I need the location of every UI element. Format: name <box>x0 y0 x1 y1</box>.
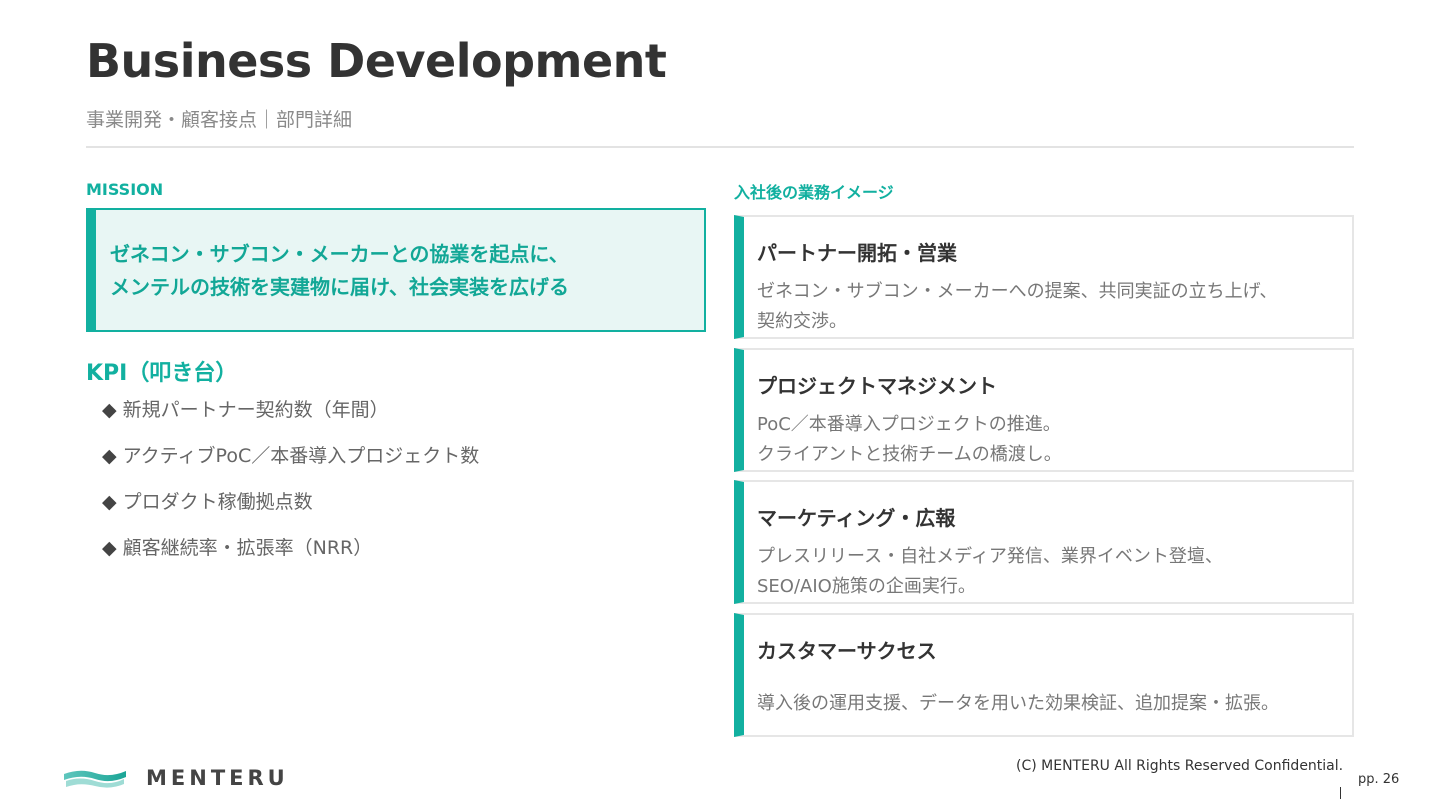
work-label: 入社後の業務イメージ <box>734 183 894 202</box>
card-description: プレスリリース・自社メディア発信、業界イベント登壇、 SEO/AIO施策の企画実… <box>757 542 1223 602</box>
diamond-bullet-icon: ◆ <box>102 399 117 421</box>
kpi-item-text: プロダクト稼働拠点数 <box>122 491 313 513</box>
card-desc-line: PoC／本番導入プロジェクトの推進。 <box>757 414 1061 435</box>
diamond-bullet-icon: ◆ <box>102 445 117 467</box>
logo-wordmark: MENTERU <box>146 766 289 790</box>
card-desc-line: ゼネコン・サブコン・メーカーへの提案、共同実証の立ち上げ、 <box>757 281 1278 302</box>
menteru-logo: MENTERU <box>62 766 289 790</box>
footer-divider <box>1340 787 1341 799</box>
kpi-item: ◆ アクティブPoC／本番導入プロジェクト数 <box>102 443 479 489</box>
wave-logo-icon <box>64 770 126 788</box>
card-desc-line: 契約交渉。 <box>757 311 847 332</box>
card-title: マーケティング・広報 <box>757 506 956 530</box>
kpi-title: KPI（叩き台） <box>86 361 238 386</box>
mission-line-1: ゼネコン・サブコン・メーカーとの協業を起点に、 <box>110 242 569 266</box>
header-divider <box>86 146 1354 148</box>
kpi-item: ◆ プロダクト稼働拠点数 <box>102 489 479 535</box>
diamond-bullet-icon: ◆ <box>102 491 117 513</box>
work-card-partner: パートナー開拓・営業 ゼネコン・サブコン・メーカーへの提案、共同実証の立ち上げ、… <box>734 215 1354 339</box>
kpi-item-text: アクティブPoC／本番導入プロジェクト数 <box>122 445 480 467</box>
work-card-cs: カスタマーサクセス 導入後の運用支援、データを用いた効果検証、追加提案・拡張。 <box>734 613 1354 737</box>
card-title: プロジェクトマネジメント <box>757 374 997 398</box>
card-desc-line: クライアントと技術チームの橋渡し。 <box>757 444 1062 465</box>
card-desc-line: 導入後の運用支援、データを用いた効果検証、追加提案・拡張。 <box>757 693 1279 714</box>
page-subtitle: 事業開発・顧客接点｜部門詳細 <box>86 109 353 131</box>
card-description: 導入後の運用支援、データを用いた効果検証、追加提案・拡張。 <box>757 689 1279 719</box>
mission-label: MISSION <box>86 180 164 199</box>
kpi-item: ◆ 顧客継続率・拡張率（NRR） <box>102 535 479 581</box>
mission-line-2: メンテルの技術を実建物に届け、社会実装を広げる <box>110 275 569 299</box>
page-title: Business Development <box>86 34 667 88</box>
kpi-item-text: 新規パートナー契約数（年間） <box>122 399 389 421</box>
card-desc-line: SEO/AIO施策の企画実行。 <box>757 576 976 597</box>
mission-box: ゼネコン・サブコン・メーカーとの協業を起点に、 メンテルの技術を実建物に届け、社… <box>86 208 706 332</box>
diamond-bullet-icon: ◆ <box>102 537 117 559</box>
page-number: pp. 26 <box>1358 772 1400 787</box>
work-card-pm: プロジェクトマネジメント PoC／本番導入プロジェクトの推進。 クライアントと技… <box>734 348 1354 472</box>
card-desc-line: プレスリリース・自社メディア発信、業界イベント登壇、 <box>757 546 1223 567</box>
slide: Business Development 事業開発・顧客接点｜部門詳細 MISS… <box>0 0 1440 810</box>
card-description: ゼネコン・サブコン・メーカーへの提案、共同実証の立ち上げ、 契約交渉。 <box>757 277 1277 337</box>
card-title: カスタマーサクセス <box>757 639 937 663</box>
card-description: PoC／本番導入プロジェクトの推進。 クライアントと技術チームの橋渡し。 <box>757 410 1062 470</box>
card-title: パートナー開拓・営業 <box>757 241 957 265</box>
kpi-item: ◆ 新規パートナー契約数（年間） <box>102 397 479 443</box>
copyright-text: (C) MENTERU All Rights Reserved Confiden… <box>1016 758 1344 774</box>
work-card-marketing: マーケティング・広報 プレスリリース・自社メディア発信、業界イベント登壇、 SE… <box>734 480 1354 604</box>
kpi-list: ◆ 新規パートナー契約数（年間） ◆ アクティブPoC／本番導入プロジェクト数 ◆ プ… <box>102 397 479 581</box>
kpi-item-text: 顧客継続率・拡張率（NRR） <box>122 537 373 559</box>
